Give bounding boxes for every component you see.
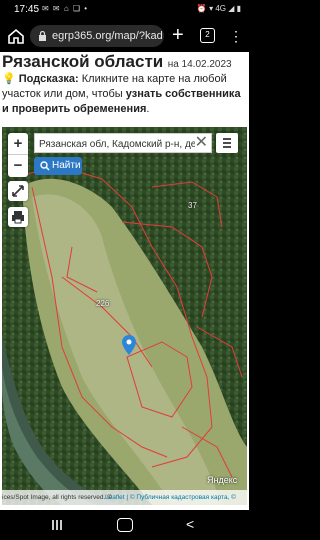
android-nav-bar: < — [0, 510, 249, 540]
location-pin-icon[interactable] — [122, 335, 136, 355]
layers-menu-button[interactable] — [216, 133, 238, 153]
region-heading: Рязанской области — [2, 52, 164, 71]
print-button[interactable] — [8, 207, 28, 227]
status-bar: 17:45 ✉ ✉ ⌂ ❏ • ⏰ ▾ 4G ◢ ▮ — [0, 0, 249, 20]
expand-icon — [12, 185, 24, 197]
hint-end: . — [146, 103, 150, 115]
url-text: egrp365.org/map/?kad — [52, 30, 163, 42]
cadastral-map[interactable]: + − ✕ — [2, 127, 247, 505]
page-title: Рязанской области на 14.02.2023 — [2, 52, 249, 72]
hint-text: 💡 Подсказка: Кликните на карте на любой … — [2, 72, 245, 117]
web-page: Рязанской области на 14.02.2023 💡 Подска… — [0, 52, 249, 510]
home-nav-icon[interactable] — [117, 518, 133, 532]
attribution-text: ices/Spot Image, all rights reserved. © — [2, 494, 112, 501]
back-icon[interactable]: < — [186, 516, 194, 532]
yandex-watermark: Яндекс — [207, 475, 238, 485]
attribution-links: Leaflet | © Публичная кадастровая карта,… — [105, 490, 236, 505]
recent-apps-icon[interactable] — [50, 518, 64, 532]
parcel-label: 226 — [96, 299, 110, 308]
search-icon — [40, 161, 50, 171]
lock-icon — [39, 31, 46, 41]
browser-toolbar: egrp365.org/map/?kad + 2 ⋮ — [0, 20, 249, 52]
address-search: ✕ — [34, 133, 212, 154]
search-input[interactable] — [35, 135, 195, 154]
find-button[interactable]: Найти — [34, 157, 82, 175]
fullscreen-button[interactable] — [8, 181, 28, 201]
new-tab-icon[interactable]: + — [172, 24, 184, 46]
home-icon[interactable] — [6, 26, 26, 46]
zoom-control: + − — [8, 133, 28, 177]
system-icons: ⏰ ▾ 4G ◢ ▮ — [196, 4, 241, 13]
zoom-in-button[interactable]: + — [8, 133, 28, 155]
zoom-out-button[interactable]: − — [8, 155, 28, 177]
leaflet-link[interactable]: Leaflet — [105, 494, 125, 501]
find-button-label: Найти — [52, 160, 81, 171]
notification-icons: ✉ ✉ ⌂ ❏ • — [42, 4, 89, 13]
address-bar[interactable]: egrp365.org/map/?kad — [30, 25, 164, 47]
printer-icon — [12, 211, 24, 224]
date-text: на 14.02.2023 — [167, 59, 232, 70]
more-menu-icon[interactable]: ⋮ — [229, 26, 243, 46]
map-attribution: ices/Spot Image, all rights reserved. © … — [2, 490, 247, 505]
hint-label: Подсказка: — [18, 73, 79, 85]
status-time: 17:45 — [14, 4, 40, 15]
clear-icon[interactable]: ✕ — [195, 134, 208, 152]
satellite-imagery — [2, 127, 247, 505]
lightbulb-icon: 💡 — [2, 73, 16, 85]
parcel-label: 37 — [188, 201, 197, 210]
cadastral-map-link[interactable]: | © Публичная кадастровая карта, © — [125, 494, 236, 501]
tabs-count-button[interactable]: 2 — [200, 28, 215, 43]
menu-icon — [223, 138, 231, 148]
